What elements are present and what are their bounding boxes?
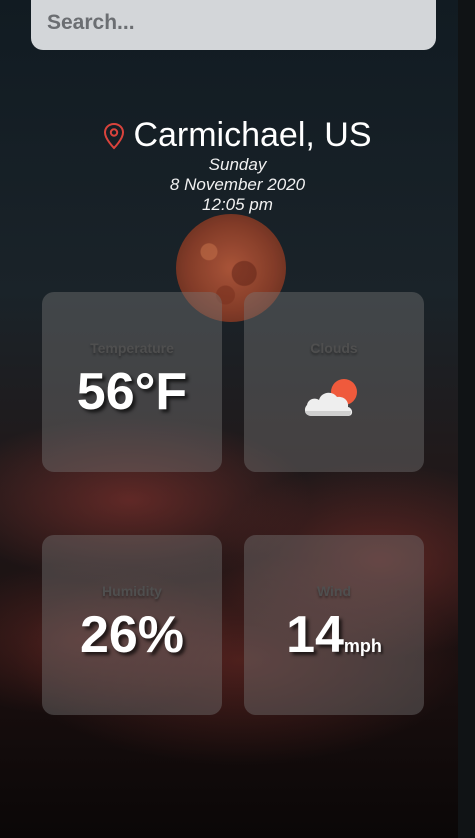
humidity-value: 26% [79, 606, 185, 664]
time: 12:05 pm [202, 195, 273, 214]
sun-behind-cloud-icon [304, 379, 357, 416]
clouds-label: Clouds [310, 340, 358, 356]
weather-app: Carmichael, US Sunday 8 November 2020 12… [0, 0, 475, 838]
wind-value: 14 [286, 606, 344, 664]
humidity-card: Humidity 26% [42, 535, 222, 715]
wind-value-row: 14mph [244, 607, 424, 674]
map-pin-icon [103, 122, 125, 150]
temperature-value: 56°F [76, 363, 188, 421]
wind-label: Wind [316, 583, 352, 599]
city-name: Carmichael, US [133, 116, 372, 154]
wind-unit: mph [343, 636, 382, 656]
search-bar[interactable] [31, 0, 436, 50]
date: 8 November 2020 [169, 175, 306, 194]
search-input[interactable] [45, 10, 422, 36]
temperature-card: Temperature 56°F [42, 292, 222, 472]
location-block: Carmichael, US Sunday 8 November 2020 12… [0, 116, 475, 215]
weekday: Sunday [208, 155, 267, 174]
wind-card: Wind 14mph [244, 535, 424, 715]
location-heading: Carmichael, US [103, 116, 372, 155]
clouds-card: Clouds [244, 292, 424, 472]
humidity-label: Humidity [102, 583, 162, 599]
temperature-label: Temperature [90, 340, 174, 356]
